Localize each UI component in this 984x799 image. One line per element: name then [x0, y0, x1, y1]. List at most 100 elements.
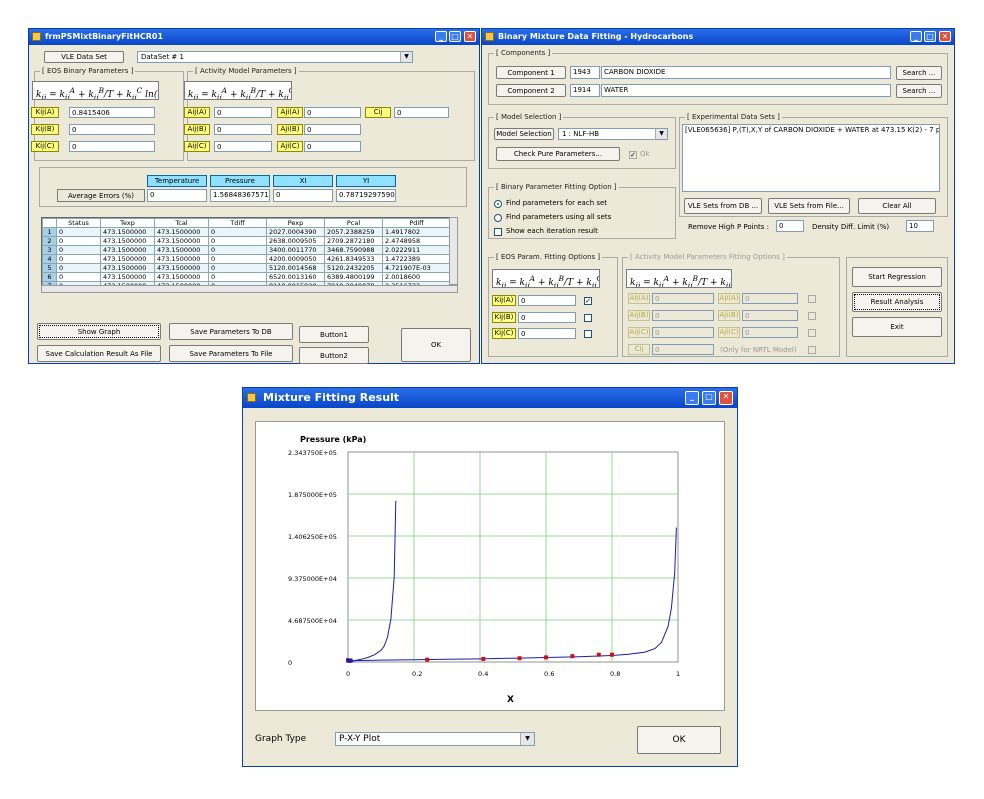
minimize-icon[interactable]: _ [910, 31, 922, 42]
dataset-select[interactable]: DataSet # 1 ▼ [137, 51, 413, 63]
table-cell[interactable]: 0 [56, 227, 101, 237]
window-titlebar[interactable]: frmPSMixtBinaryFitHCR01 _ □ ✕ [29, 29, 479, 45]
grid-hscrollbar[interactable] [41, 285, 458, 293]
avg-error-temperature[interactable]: 0 [147, 189, 207, 202]
save-parameters-file-button[interactable]: Save Parameters To File [169, 345, 293, 362]
table-cell[interactable]: 0 [208, 263, 267, 273]
ok-button[interactable]: OK [401, 328, 471, 362]
window-titlebar[interactable]: Mixture Fitting Result _ □ ✕ [243, 388, 737, 408]
aij-c-fit-field[interactable]: 0 [652, 327, 714, 338]
aij-b-fit-checkbox[interactable] [808, 312, 816, 320]
avg-error-yi[interactable]: 0.78719297590090 [336, 189, 396, 202]
table-cell[interactable]: 473.1500000 [154, 245, 209, 255]
kij-b-fit-checkbox[interactable] [584, 314, 592, 322]
table-cell[interactable]: 6520.0013160 [266, 272, 325, 282]
kij-c-fit-field[interactable]: 0 [518, 328, 576, 339]
window-titlebar[interactable]: Binary Mixture Data Fitting - Hydrocarbo… [482, 29, 954, 45]
close-icon[interactable]: ✕ [464, 31, 476, 42]
find-all-radio[interactable] [494, 214, 502, 222]
kij-b-field[interactable]: 0 [69, 124, 155, 135]
maximize-icon[interactable]: □ [924, 31, 936, 42]
table-cell[interactable]: 5120.0014568 [266, 263, 325, 273]
table-cell[interactable]: 4261.8349533 [324, 254, 383, 264]
avg-error-xi[interactable]: 0 [273, 189, 333, 202]
show-iteration-checkbox[interactable] [494, 228, 502, 236]
component-2-name[interactable]: WATER [601, 84, 891, 97]
aij-b-field[interactable]: 0 [214, 124, 272, 135]
aij-a-fit-field[interactable]: 0 [652, 293, 714, 304]
table-cell[interactable]: 0 [56, 245, 101, 255]
table-cell[interactable]: 3468.7590988 [324, 245, 383, 255]
table-cell[interactable]: 2709.2872180 [324, 236, 383, 246]
table-cell[interactable]: 2027.0004390 [266, 227, 325, 237]
ok-button[interactable]: OK [637, 726, 721, 754]
table-cell[interactable]: 0 [208, 245, 267, 255]
table-cell[interactable]: 473.1500000 [154, 236, 209, 246]
table-cell[interactable]: 4200.0009050 [266, 254, 325, 264]
close-icon[interactable]: ✕ [939, 31, 951, 42]
table-cell[interactable]: 1.4917802 [382, 227, 450, 237]
table-cell[interactable]: 6389.4800199 [324, 272, 383, 282]
table-cell[interactable]: 0 [208, 254, 267, 264]
kij-a-fit-field[interactable]: 0 [518, 295, 576, 306]
component-1-button[interactable]: Component 1 [496, 66, 566, 79]
show-graph-button[interactable]: Show Graph [37, 323, 161, 340]
cij-field[interactable]: 0 [394, 107, 449, 118]
button2[interactable]: Button2 [299, 347, 369, 364]
density-limit-field[interactable]: 10 [906, 220, 934, 232]
search-component-2-button[interactable]: Search ... [896, 84, 942, 98]
kij-a-fit-checkbox[interactable]: ✓ [584, 297, 592, 305]
aij-b-fit-field[interactable]: 0 [652, 310, 714, 321]
table-cell[interactable]: 473.1500000 [154, 263, 209, 273]
grid-vscrollbar[interactable] [449, 217, 458, 285]
table-cell[interactable]: 473.1500000 [100, 272, 155, 282]
exit-button[interactable]: Exit [852, 317, 942, 337]
minimize-icon[interactable]: _ [685, 391, 699, 405]
graph-type-select[interactable]: P-X-Y Plot ▼ [335, 732, 535, 746]
kij-c-fit-checkbox[interactable] [584, 330, 592, 338]
remove-high-p-field[interactable]: 0 [776, 220, 804, 232]
aij-c-fit-checkbox[interactable] [808, 329, 816, 337]
table-cell[interactable]: 0 [56, 254, 101, 264]
table-cell[interactable]: 0 [208, 227, 267, 237]
table-row[interactable]: 6 0 473.1500000 473.1500000 0 6520.0013160 638… [42, 272, 450, 282]
table-cell[interactable]: 2.0222911 [382, 245, 450, 255]
ok-checkbox[interactable]: ✓ [629, 151, 637, 159]
aji-b-fit-field[interactable]: 0 [742, 310, 798, 321]
table-cell[interactable]: 5120.2432205 [324, 263, 383, 273]
minimize-icon[interactable]: _ [435, 31, 447, 42]
table-cell[interactable]: 4.721907E-03 [382, 263, 450, 273]
result-analysis-button[interactable]: Result Analysis [852, 292, 942, 312]
table-row[interactable]: 4 0 473.1500000 473.1500000 0 4200.0009050 426… [42, 254, 450, 264]
table-cell[interactable]: 0 [56, 263, 101, 273]
chevron-down-icon[interactable]: ▼ [655, 129, 667, 139]
chevron-down-icon[interactable]: ▼ [400, 52, 412, 62]
table-cell[interactable]: 473.1500000 [100, 227, 155, 237]
aji-a-fit-field[interactable]: 0 [742, 293, 798, 304]
table-cell[interactable]: 0 [208, 272, 267, 282]
save-calculation-file-button[interactable]: Save Calculation Result As File [37, 345, 161, 362]
table-cell[interactable]: 473.1500000 [154, 254, 209, 264]
results-grid[interactable]: Status Texp Tcal Tdiff Pexp Pcal Pdiff 1… [41, 217, 451, 287]
component-2-id[interactable]: 1914 [570, 84, 600, 97]
table-cell[interactable]: 473.1500000 [100, 254, 155, 264]
table-row[interactable]: 3 0 473.1500000 473.1500000 0 3400.0011770 346… [42, 245, 450, 255]
table-cell[interactable]: 0 [208, 236, 267, 246]
aij-c-field[interactable]: 0 [214, 141, 272, 152]
table-cell[interactable]: 2.0018600 [382, 272, 450, 282]
table-row[interactable]: 1 0 473.1500000 473.1500000 0 2027.0004390 205… [42, 227, 450, 237]
check-pure-parameters-button[interactable]: Check Pure Parameters... [496, 147, 620, 161]
search-component-1-button[interactable]: Search ... [896, 66, 942, 80]
component-1-id[interactable]: 1943 [570, 66, 600, 79]
clear-all-button[interactable]: Clear All [858, 198, 936, 214]
experimental-data-list[interactable]: [VLE065636] P,(T),X,Y of CARBON DIOXIDE … [682, 124, 940, 192]
component-1-name[interactable]: CARBON DIOXIDE [601, 66, 891, 79]
experimental-data-item[interactable]: [VLE065636] P,(T),X,Y of CARBON DIOXIDE … [685, 126, 939, 134]
model-select[interactable]: 1 : NLF-HB ▼ [558, 128, 668, 140]
model-selection-button[interactable]: Model Selection [494, 128, 554, 140]
table-cell[interactable]: 0 [56, 236, 101, 246]
table-row[interactable]: 2 0 473.1500000 473.1500000 0 2638.0009505 270… [42, 236, 450, 246]
cij-fit-field[interactable]: 0 [652, 344, 714, 355]
aij-a-field[interactable]: 0 [214, 107, 272, 118]
vle-sets-db-button[interactable]: VLE Sets from DB ... [684, 198, 762, 214]
